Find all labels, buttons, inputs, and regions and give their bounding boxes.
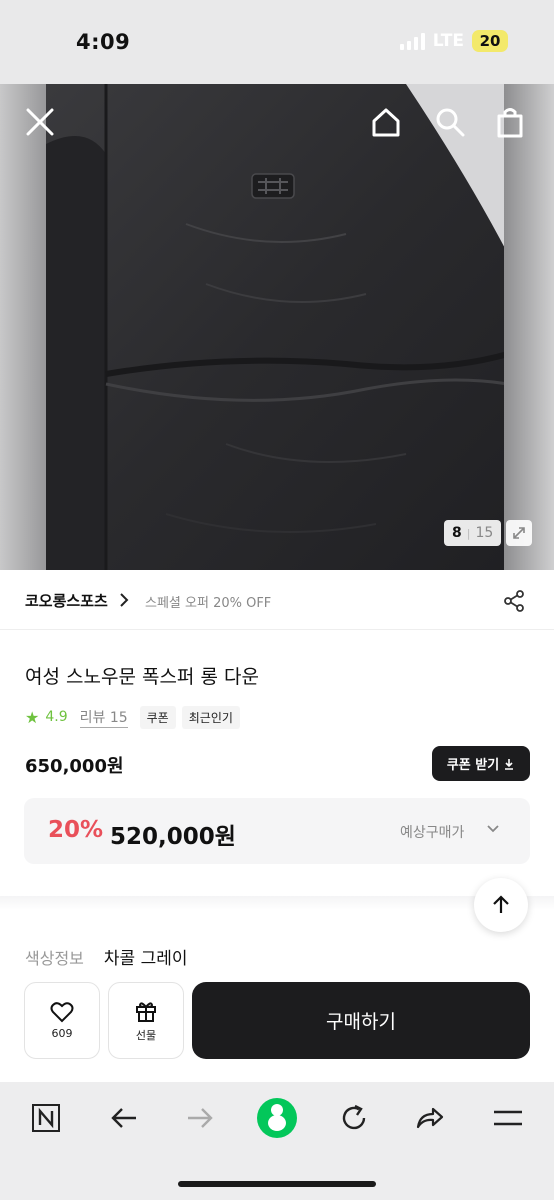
back-arrow-icon — [111, 1108, 136, 1128]
naver-home-button[interactable] — [24, 1096, 68, 1140]
discount-price: 520,000원 — [110, 824, 236, 850]
hero-side-blur — [504, 84, 554, 570]
heart-icon — [50, 1002, 74, 1023]
pager-separator: | — [466, 526, 471, 540]
arrow-up-icon — [493, 895, 509, 913]
star-icon: ★ — [25, 707, 40, 727]
download-icon — [505, 758, 514, 770]
home-indicator[interactable] — [178, 1181, 376, 1187]
status-indicators: LTE 20 — [399, 30, 508, 52]
network-label: LTE — [432, 31, 464, 51]
close-button[interactable] — [22, 104, 58, 140]
expand-button[interactable] — [506, 520, 532, 546]
forward-button[interactable] — [178, 1096, 222, 1140]
brand-row: 코오롱스포츠 스페셜 오퍼 20% OFF — [0, 570, 554, 630]
coupon-button[interactable]: 쿠폰 받기 — [432, 746, 530, 781]
color-label: 색상정보 — [25, 949, 84, 968]
wish-count: 609 — [51, 1027, 73, 1040]
back-button[interactable] — [102, 1096, 146, 1140]
expected-price-label: 예상구매가 — [400, 825, 465, 841]
pager-current: 8 — [452, 525, 462, 541]
tag-popular: 최근인기 — [181, 705, 240, 729]
rating-value: 4.9 — [45, 709, 68, 725]
search-icon — [436, 108, 465, 137]
gift-button[interactable]: 선물 — [108, 982, 184, 1059]
product-image-carousel[interactable]: 8 | 15 — [0, 84, 554, 570]
expand-icon — [513, 527, 525, 539]
section-divider — [0, 896, 554, 910]
discount-rate: 20% — [48, 817, 104, 843]
purchase-action-bar: 609 선물 구매하기 — [24, 982, 530, 1060]
refresh-icon — [342, 1104, 366, 1130]
home-button[interactable] — [368, 104, 404, 140]
search-button[interactable] — [432, 104, 468, 140]
close-icon — [26, 108, 54, 136]
battery-icon: 20 — [472, 30, 508, 52]
gift-label: 선물 — [135, 1028, 157, 1042]
gift-icon — [136, 1001, 156, 1022]
pager-total: 15 — [475, 525, 494, 541]
share-button[interactable] — [500, 587, 528, 615]
image-pager: 8 | 15 — [444, 520, 502, 546]
naver-green-dot-icon — [257, 1098, 297, 1138]
scroll-top-button[interactable] — [474, 878, 528, 932]
shopping-bag-icon — [497, 108, 523, 138]
home-icon — [372, 108, 400, 137]
buy-button[interactable]: 구매하기 — [192, 982, 530, 1059]
refresh-button[interactable] — [332, 1096, 376, 1140]
color-value: 차콜 그레이 — [103, 949, 188, 969]
product-photo — [46, 84, 508, 570]
original-price: 650,000원 — [25, 756, 124, 777]
brand-link[interactable]: 코오롱스포츠 — [25, 590, 108, 611]
cart-button[interactable] — [492, 104, 528, 140]
wishlist-button[interactable]: 609 — [24, 982, 100, 1059]
menu-button[interactable] — [486, 1096, 530, 1140]
chevron-down-icon — [487, 825, 499, 833]
rating-row: ★ 4.9 리뷰 15 쿠폰 최근인기 — [25, 705, 240, 729]
tag-coupon: 쿠폰 — [139, 705, 176, 729]
color-option-row: 색상정보 차콜 그레이 — [25, 944, 188, 969]
review-link[interactable]: 리뷰 15 — [79, 707, 128, 728]
brand-offer-text: 스페셜 오퍼 20% OFF — [145, 596, 272, 611]
naver-green-dot-button[interactable] — [255, 1096, 299, 1140]
naver-n-icon — [32, 1104, 60, 1132]
status-bar: 4:09 LTE 20 — [0, 0, 554, 84]
share-icon — [504, 590, 524, 612]
coupon-button-label: 쿠폰 받기 — [446, 758, 500, 773]
signal-icon — [399, 32, 425, 50]
forward-arrow-icon — [188, 1108, 213, 1128]
share-page-button[interactable] — [408, 1096, 452, 1140]
menu-icon — [494, 1110, 522, 1126]
chevron-right-icon — [120, 593, 129, 607]
status-time: 4:09 — [76, 30, 131, 54]
share-arrow-icon — [416, 1107, 444, 1129]
expected-price-box[interactable]: 20% 520,000원 예상구매가 — [24, 798, 530, 864]
product-title: 여성 스노우문 폭스퍼 롱 다운 — [25, 666, 259, 688]
